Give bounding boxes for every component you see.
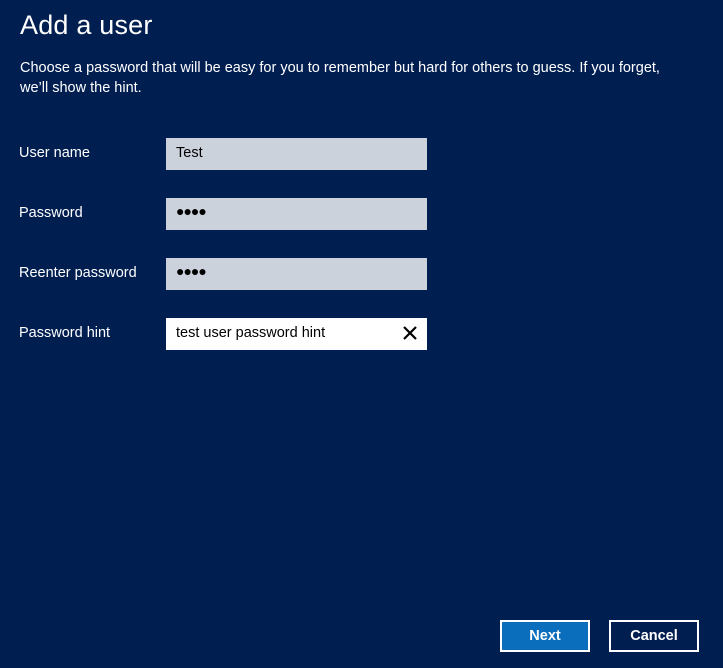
password-hint-value: test user password hint (176, 325, 326, 341)
password-hint-row: Password hint test user password hint (0, 318, 723, 350)
username-label: User name (19, 145, 90, 161)
next-button[interactable]: Next (500, 620, 590, 652)
username-value: Test (176, 145, 203, 161)
username-row: User name Test (0, 138, 723, 170)
page-title: Add a user (20, 10, 153, 40)
page-description: Choose a password that will be easy for … (20, 60, 660, 96)
password-hint-label: Password hint (19, 325, 111, 341)
password-input[interactable]: ●●●● (166, 198, 427, 230)
password-hint-input[interactable]: test user password hint (166, 318, 427, 350)
reenter-password-input[interactable]: ●●●● (166, 258, 427, 290)
password-value: ●●●● (176, 203, 207, 219)
cancel-button[interactable]: Cancel (609, 620, 699, 652)
reenter-password-label: Reenter password (19, 265, 137, 281)
close-icon[interactable] (401, 324, 419, 342)
password-label: Password (19, 205, 83, 221)
reenter-password-value: ●●●● (176, 263, 207, 279)
password-row: Password ●●●● (0, 198, 723, 230)
reenter-password-row: Reenter password ●●●● (0, 258, 723, 290)
username-input[interactable]: Test (166, 138, 427, 170)
